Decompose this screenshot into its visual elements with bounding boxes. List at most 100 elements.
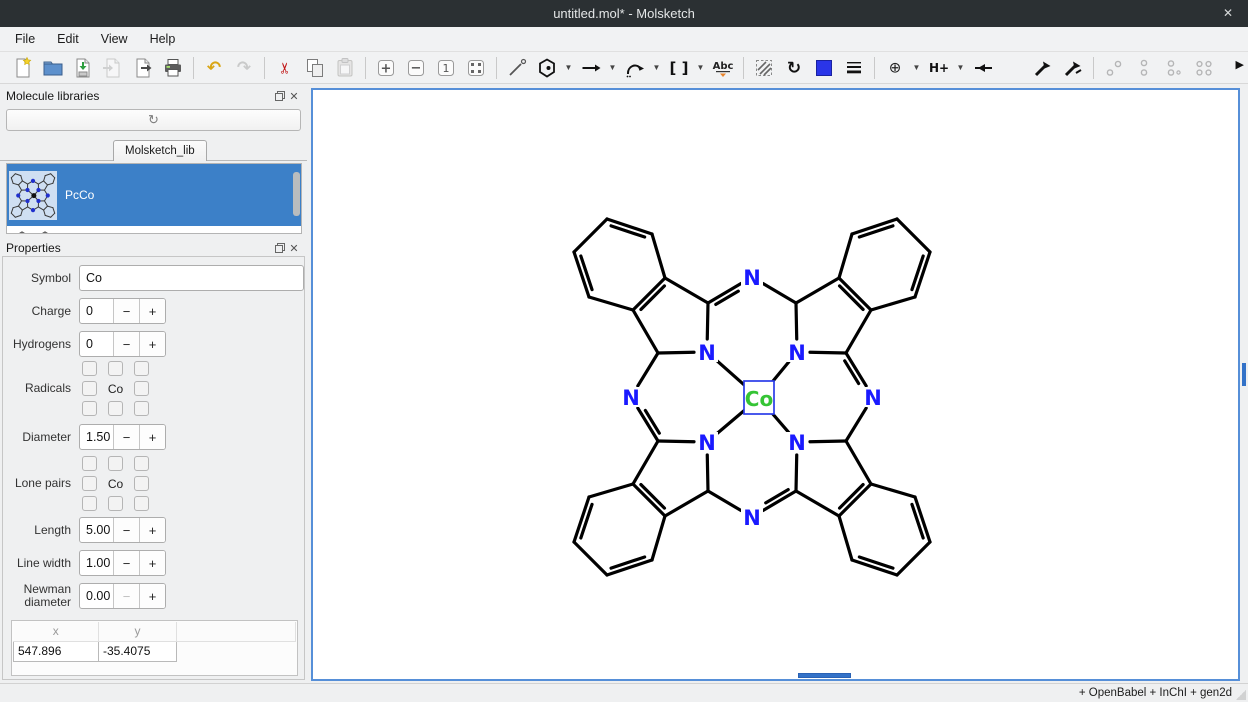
mechanics-tool-2-button[interactable] bbox=[1060, 55, 1086, 81]
hydrogen-tool-dropdown[interactable]: ▼ bbox=[954, 55, 967, 81]
hydrogen-tool-button[interactable]: H+ bbox=[926, 55, 952, 81]
length-stepper: 5.00 − + bbox=[79, 517, 166, 543]
horizontal-scroll-thumb[interactable] bbox=[798, 673, 851, 678]
connect-tool-button[interactable] bbox=[970, 55, 996, 81]
hydrogens-decrement-button[interactable]: − bbox=[113, 332, 139, 356]
charge-value[interactable]: 0 bbox=[80, 299, 113, 323]
export-file-button[interactable] bbox=[130, 55, 156, 81]
newman-diameter-increment-button[interactable]: + bbox=[139, 584, 165, 608]
ring-tool-button[interactable] bbox=[534, 55, 560, 81]
charge-tool-button[interactable]: ⊕ bbox=[882, 55, 908, 81]
grid-checkbox[interactable] bbox=[108, 496, 123, 511]
grid-checkbox[interactable] bbox=[82, 496, 97, 511]
open-file-button[interactable] bbox=[40, 55, 66, 81]
hydrogens-increment-button[interactable]: + bbox=[139, 332, 165, 356]
charge-tool-dropdown[interactable]: ▼ bbox=[910, 55, 923, 81]
text-tool-button[interactable]: Abc bbox=[710, 55, 736, 81]
grid-checkbox[interactable] bbox=[134, 361, 149, 376]
new-file-button[interactable] bbox=[10, 55, 36, 81]
paste-button bbox=[332, 55, 358, 81]
grid-checkbox[interactable] bbox=[108, 401, 123, 416]
menu-file[interactable]: File bbox=[4, 29, 46, 49]
list-item-partial[interactable] bbox=[7, 226, 301, 234]
mechanism-arrow-tool-dropdown[interactable]: ▼ bbox=[650, 55, 663, 81]
selection-tool-button[interactable] bbox=[751, 55, 777, 81]
undo-button[interactable]: ↶ bbox=[201, 55, 227, 81]
refresh-libraries-button[interactable]: ↻ bbox=[6, 109, 301, 131]
bracket-tool-button[interactable]: [ ] bbox=[666, 55, 692, 81]
length-decrement-button[interactable]: − bbox=[113, 518, 139, 542]
grid-checkbox[interactable] bbox=[108, 456, 123, 471]
coord-y-cell[interactable]: -35.4075 bbox=[99, 641, 177, 661]
symbol-input[interactable]: Co bbox=[79, 265, 304, 291]
print-button[interactable] bbox=[160, 55, 186, 81]
menu-view[interactable]: View bbox=[90, 29, 139, 49]
resize-grip[interactable] bbox=[1236, 690, 1246, 700]
svg-text:N: N bbox=[864, 386, 882, 410]
grid-checkbox[interactable] bbox=[82, 381, 97, 396]
zoom-out-button[interactable]: − bbox=[403, 55, 429, 81]
ring-tool-dropdown[interactable]: ▼ bbox=[562, 55, 575, 81]
grid-checkbox[interactable] bbox=[82, 361, 97, 376]
coord-x-cell[interactable]: 547.896 bbox=[14, 641, 99, 661]
rotate-tool-button[interactable]: ↻ bbox=[781, 55, 807, 81]
zoom-fit-button[interactable] bbox=[463, 55, 489, 81]
float-panel-icon[interactable] bbox=[273, 90, 287, 102]
charge-increment-button[interactable]: + bbox=[139, 299, 165, 323]
close-panel-icon[interactable]: ✕ bbox=[287, 242, 301, 254]
bracket-tool-dropdown[interactable]: ▼ bbox=[694, 55, 707, 81]
vertical-scroll-thumb[interactable] bbox=[1242, 363, 1246, 386]
grid-checkbox[interactable] bbox=[82, 476, 97, 491]
toolbar-separator bbox=[365, 57, 366, 79]
diameter-value[interactable]: 1.50 bbox=[80, 425, 113, 449]
svg-text:N: N bbox=[788, 341, 806, 365]
line-width-decrement-button[interactable]: − bbox=[113, 551, 139, 575]
copy-button[interactable] bbox=[302, 55, 328, 81]
draw-tool-button[interactable] bbox=[504, 55, 530, 81]
newman-diameter-decrement-button[interactable]: − bbox=[113, 584, 139, 608]
save-file-button[interactable] bbox=[70, 55, 96, 81]
grid-checkbox[interactable] bbox=[108, 361, 123, 376]
grid-checkbox[interactable] bbox=[134, 476, 149, 491]
length-increment-button[interactable]: + bbox=[139, 518, 165, 542]
menu-edit[interactable]: Edit bbox=[46, 29, 90, 49]
library-scrollbar[interactable] bbox=[293, 172, 300, 216]
coord-column-header: y bbox=[99, 622, 177, 641]
grid-checkbox[interactable] bbox=[134, 381, 149, 396]
diameter-decrement-button[interactable]: − bbox=[113, 425, 139, 449]
line-width-value[interactable]: 1.00 bbox=[80, 551, 113, 575]
menu-help[interactable]: Help bbox=[139, 29, 187, 49]
zoom-in-button[interactable]: + bbox=[373, 55, 399, 81]
zoom-original-button[interactable]: 1 bbox=[433, 55, 459, 81]
grid-checkbox[interactable] bbox=[134, 456, 149, 471]
reaction-arrow-tool-button[interactable] bbox=[578, 55, 604, 81]
close-panel-icon[interactable]: ✕ bbox=[287, 90, 301, 102]
toolbar-extension-button[interactable]: ▶ bbox=[1236, 58, 1244, 71]
reaction-arrow-tool-dropdown[interactable]: ▼ bbox=[606, 55, 619, 81]
drawing-canvas[interactable]: CoNNNNNNNN bbox=[311, 88, 1240, 681]
grid-checkbox[interactable] bbox=[82, 456, 97, 471]
diameter-increment-button[interactable]: + bbox=[139, 425, 165, 449]
mechanism-arrow-tool-button[interactable] bbox=[622, 55, 648, 81]
newman-diameter-value[interactable]: 0.00 bbox=[80, 584, 113, 608]
hydrogens-value[interactable]: 0 bbox=[80, 332, 113, 356]
color-picker-icon bbox=[812, 56, 836, 80]
grid-checkbox[interactable] bbox=[82, 401, 97, 416]
length-value[interactable]: 5.00 bbox=[80, 518, 113, 542]
delete-tool-button[interactable] bbox=[1000, 55, 1026, 81]
grid-checkbox[interactable] bbox=[134, 496, 149, 511]
svg-text:+: + bbox=[381, 61, 392, 76]
cut-button[interactable]: ✂ bbox=[272, 55, 298, 81]
grid-checkbox[interactable] bbox=[134, 401, 149, 416]
zoom-in-icon: + bbox=[374, 56, 398, 80]
float-panel-icon[interactable] bbox=[273, 242, 287, 254]
line-width-increment-button[interactable]: + bbox=[139, 551, 165, 575]
color-picker-button[interactable] bbox=[811, 55, 837, 81]
zoom-fit-icon bbox=[464, 56, 488, 80]
close-window-button[interactable]: ✕ bbox=[1218, 4, 1238, 22]
tab-molsketch-lib[interactable]: Molsketch_lib bbox=[113, 140, 207, 161]
library-item-pcco[interactable]: PcCo bbox=[7, 164, 301, 226]
charge-decrement-button[interactable]: − bbox=[113, 299, 139, 323]
line-width-tool-button[interactable] bbox=[841, 55, 867, 81]
mechanics-tool-1-button[interactable] bbox=[1030, 55, 1056, 81]
